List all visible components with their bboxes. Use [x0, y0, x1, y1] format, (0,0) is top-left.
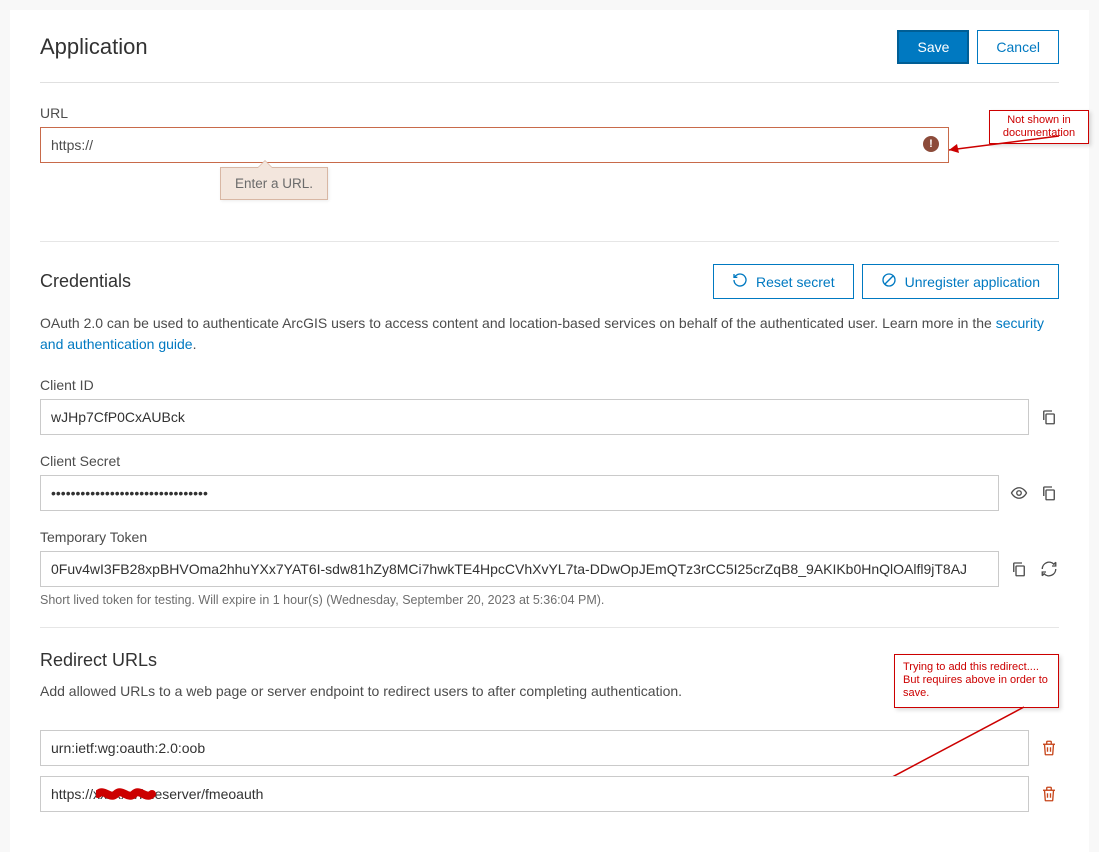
url-error-tooltip: Enter a URL. — [220, 167, 328, 200]
redirect-input-1[interactable] — [40, 776, 1029, 812]
credentials-header: Credentials Reset secret Unregister appl… — [40, 264, 1059, 299]
credentials-title: Credentials — [40, 271, 131, 292]
client-secret-label: Client Secret — [40, 453, 1059, 469]
temp-token-label: Temporary Token — [40, 529, 1059, 545]
redirect-row-1 — [40, 776, 1059, 812]
copy-token-icon[interactable] — [1009, 559, 1029, 579]
redirects-desc: Add allowed URLs to a web page or server… — [40, 681, 682, 702]
cancel-button[interactable]: Cancel — [977, 30, 1059, 64]
delete-redirect-0[interactable] — [1039, 738, 1059, 758]
client-id-input[interactable] — [40, 399, 1029, 435]
url-label: URL — [40, 105, 1059, 121]
redirects-title: Redirect URLs — [40, 650, 682, 671]
unregister-button[interactable]: Unregister application — [862, 264, 1059, 299]
credentials-desc: OAuth 2.0 can be used to authenticate Ar… — [40, 313, 1059, 355]
divider2 — [40, 627, 1059, 628]
client-secret-input[interactable] — [40, 475, 999, 511]
temp-token-input[interactable] — [40, 551, 999, 587]
divider — [40, 241, 1059, 242]
temp-token-helper: Short lived token for testing. Will expi… — [40, 593, 1059, 607]
url-field-group: URL ! Enter a URL. — [40, 105, 1059, 163]
client-id-group: Client ID — [40, 377, 1059, 435]
copy-secret-icon[interactable] — [1039, 483, 1059, 503]
annotation-box-redirect: Trying to add this redirect.... But requ… — [894, 654, 1059, 708]
save-button[interactable]: Save — [897, 30, 969, 64]
reset-secret-button[interactable]: Reset secret — [713, 264, 854, 299]
client-id-label: Client ID — [40, 377, 1059, 393]
ban-icon — [881, 272, 897, 291]
page-title: Application — [40, 34, 148, 60]
refresh-token-icon[interactable] — [1039, 559, 1059, 579]
delete-redirect-1[interactable] — [1039, 784, 1059, 804]
redirect-input-0[interactable] — [40, 730, 1029, 766]
reset-icon — [732, 272, 748, 291]
redaction-mark — [96, 786, 156, 802]
copy-client-id-icon[interactable] — [1039, 407, 1059, 427]
unregister-label: Unregister application — [905, 274, 1040, 290]
redirect-row-0 — [40, 730, 1059, 766]
temp-token-group: Temporary Token Short lived token for te… — [40, 529, 1059, 607]
error-icon: ! — [923, 136, 939, 152]
reset-secret-label: Reset secret — [756, 274, 835, 290]
show-secret-icon[interactable] — [1009, 483, 1029, 503]
page-header: Application Save Cancel — [40, 30, 1059, 83]
url-input[interactable] — [40, 127, 949, 163]
client-secret-group: Client Secret — [40, 453, 1059, 511]
